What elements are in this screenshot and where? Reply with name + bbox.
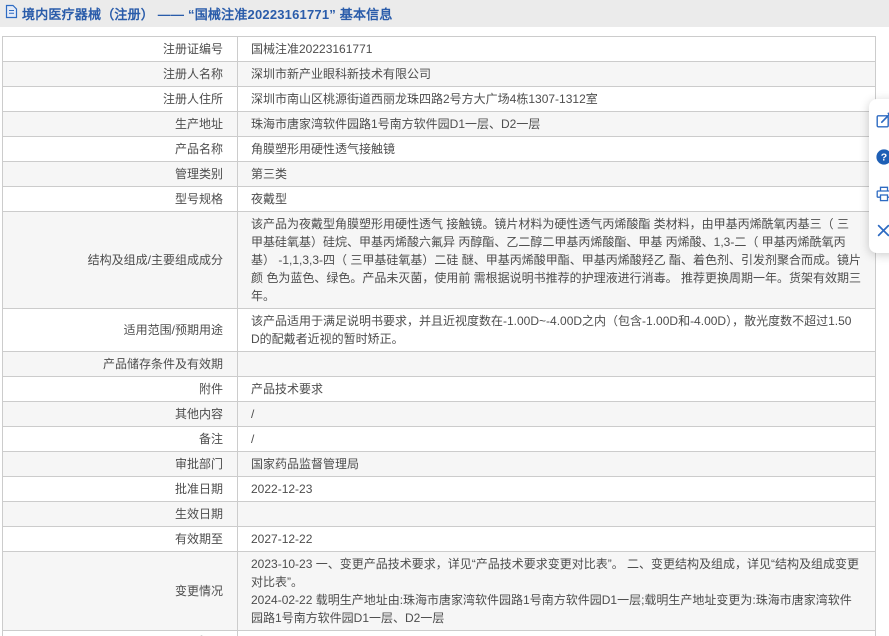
row-value: 深圳市南山区桃源街道西丽龙珠四路2号方大广场4栋1307-1312室 bbox=[251, 92, 598, 106]
row-label: 其他内容 bbox=[3, 402, 238, 426]
row-value: 该产品适用于满足说明书要求，并且近视度数在-1.00D~-4.00D之内（包含-… bbox=[251, 314, 855, 346]
row-label: 产品储存条件及有效期 bbox=[3, 352, 238, 376]
row-label: 有效期至 bbox=[3, 527, 238, 551]
table-row: 适用范围/预期用途 该产品适用于满足说明书要求，并且近视度数在-1.00D~-4… bbox=[3, 309, 875, 352]
document-icon bbox=[5, 4, 18, 24]
table-row: 审批部门 国家药品监督管理局 bbox=[3, 452, 875, 477]
row-label: 生效日期 bbox=[3, 502, 238, 526]
svg-text:?: ? bbox=[881, 152, 887, 164]
row-value: 2027-12-22 bbox=[251, 532, 313, 546]
table-row: 产品储存条件及有效期 bbox=[3, 352, 875, 377]
row-label: 产品名称 bbox=[3, 137, 238, 161]
row-value: 详情 bbox=[238, 631, 875, 636]
table-row: 其他内容 / bbox=[3, 402, 875, 427]
edit-icon[interactable] bbox=[876, 112, 889, 128]
row-label: 审批部门 bbox=[3, 452, 238, 476]
table-row: 管理类别 第三类 bbox=[3, 162, 875, 187]
info-table: 注册证编号 国械注准20223161771 注册人名称 深圳市新产业眼科新技术有… bbox=[2, 36, 876, 636]
row-value: 第三类 bbox=[251, 167, 288, 181]
row-label: 注册人名称 bbox=[3, 62, 238, 86]
row-value: 国械注准20223161771 bbox=[251, 42, 373, 56]
table-row: 备注 / bbox=[3, 427, 875, 452]
row-value: 2023-10-23 一、变更产品技术要求，详见“产品技术要求变更对比表”。 二… bbox=[251, 557, 860, 625]
table-row: 生产地址 珠海市唐家湾软件园路1号南方软件园D1一层、D2一层 bbox=[3, 112, 875, 137]
row-label: 管理类别 bbox=[3, 162, 238, 186]
help-icon[interactable]: ? bbox=[876, 149, 889, 165]
table-row: 有效期至 2027-12-22 bbox=[3, 527, 875, 552]
row-value bbox=[238, 502, 875, 526]
row-label: 生产地址 bbox=[3, 112, 238, 136]
table-row: 结构及组成/主要组成成分 该产品为夜戴型角膜塑形用硬性透气 接触镜。镜片材料为硬… bbox=[3, 212, 875, 309]
row-label: 型号规格 bbox=[3, 187, 238, 211]
row-value: 珠海市唐家湾软件园路1号南方软件园D1一层、D2一层 bbox=[251, 117, 541, 131]
row-label: 注 bbox=[3, 631, 238, 636]
row-value: 产品技术要求 bbox=[251, 382, 324, 396]
table-row: 变更情况 2023-10-23 一、变更产品技术要求，详见“产品技术要求变更对比… bbox=[3, 552, 875, 631]
table-row: 附件 产品技术要求 bbox=[3, 377, 875, 402]
close-icon[interactable] bbox=[876, 223, 889, 239]
table-row: 批准日期 2022-12-23 bbox=[3, 477, 875, 502]
table-row-note: 注 详情 bbox=[3, 631, 875, 636]
row-value: / bbox=[251, 432, 255, 446]
floating-toolbar: ? bbox=[869, 99, 889, 253]
print-icon[interactable] bbox=[876, 186, 889, 202]
row-value: 该产品为夜戴型角膜塑形用硬性透气 接触镜。镜片材料为硬性透气丙烯酸酯 类材料，由… bbox=[251, 217, 862, 303]
row-value: 国家药品监督管理局 bbox=[251, 457, 360, 471]
row-label: 备注 bbox=[3, 427, 238, 451]
row-label: 注册人住所 bbox=[3, 87, 238, 111]
row-label: 注册证编号 bbox=[3, 37, 238, 61]
row-label: 结构及组成/主要组成成分 bbox=[3, 212, 238, 308]
row-value: 深圳市新产业眼科新技术有限公司 bbox=[251, 67, 432, 81]
table-row: 型号规格 夜戴型 bbox=[3, 187, 875, 212]
row-value bbox=[238, 352, 875, 376]
row-label: 批准日期 bbox=[3, 477, 238, 501]
page-title: 境内医疗器械（注册） —— “国械注准20223161771” 基本信息 bbox=[22, 7, 393, 22]
row-label: 适用范围/预期用途 bbox=[3, 309, 238, 351]
row-label: 附件 bbox=[3, 377, 238, 401]
table-row: 生效日期 bbox=[3, 502, 875, 527]
table-row: 注册证编号 国械注准20223161771 bbox=[3, 37, 875, 62]
table-row: 注册人名称 深圳市新产业眼科新技术有限公司 bbox=[3, 62, 875, 87]
row-label: 变更情况 bbox=[3, 552, 238, 630]
page-header: 境内医疗器械（注册） —— “国械注准20223161771” 基本信息 bbox=[0, 0, 889, 27]
table-row: 产品名称 角膜塑形用硬性透气接触镜 bbox=[3, 137, 875, 162]
table-row: 注册人住所 深圳市南山区桃源街道西丽龙珠四路2号方大广场4栋1307-1312室 bbox=[3, 87, 875, 112]
row-value: / bbox=[251, 407, 255, 421]
row-value: 夜戴型 bbox=[251, 192, 288, 206]
row-value: 角膜塑形用硬性透气接触镜 bbox=[251, 142, 396, 156]
row-value: 2022-12-23 bbox=[251, 482, 313, 496]
